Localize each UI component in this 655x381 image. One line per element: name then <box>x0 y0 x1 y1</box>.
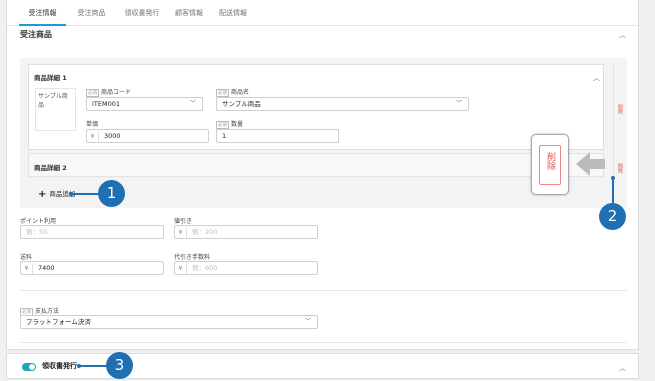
chevron-down-icon: ﹀ <box>304 318 311 325</box>
delete-zoom-label: 削除 <box>545 152 555 170</box>
chevron-up-icon[interactable]: ︿ <box>593 73 600 83</box>
yen-prefix: ¥ <box>175 227 187 238</box>
name-label: 必須 商品名 <box>216 88 250 97</box>
price-input[interactable]: ¥3000 <box>86 129 209 143</box>
delete-zoom-preview: 削除 <box>531 134 569 195</box>
yen-prefix: ¥ <box>21 263 33 274</box>
divider <box>20 342 627 343</box>
shipping-label: 送料 <box>20 254 33 261</box>
tab-shipping-info[interactable]: 配送情報 <box>212 0 254 26</box>
required-badge: 必須 <box>86 88 99 97</box>
cod-fee-input[interactable]: ¥ 例：600 <box>174 261 318 275</box>
product-image: サンプル商品 <box>35 88 76 131</box>
tab-receipt[interactable]: 領収書発行 <box>117 0 167 26</box>
plus-icon: + <box>38 188 47 200</box>
qty-label: 必須 数量 <box>216 120 244 129</box>
divider <box>20 290 627 291</box>
arrow-left-icon <box>576 152 590 176</box>
toggle-knob <box>29 364 35 370</box>
receipt-label: 領収書発行 <box>42 362 77 370</box>
product-card-1: 商品詳細 1 ︿ サンプル商品 必須 商品コード ITEM001 ﹀ 必須 商品名 サ… <box>28 64 604 150</box>
arrow-tail <box>589 159 605 169</box>
discount-input[interactable]: ¥ 例：200 <box>174 225 318 239</box>
yen-prefix: ¥ <box>175 263 187 274</box>
delete-button-2[interactable]: 削除 <box>617 163 624 173</box>
yen-prefix: ¥ <box>87 131 99 142</box>
tab-bar: 受注情報 受注商品 領収書発行 顧客情報 配送情報 <box>7 0 638 26</box>
receipt-toggle[interactable] <box>22 363 36 371</box>
discount-label: 値引き <box>174 218 193 225</box>
delete-button-1[interactable]: 削除 <box>617 104 624 114</box>
callout-3: 3 <box>106 352 133 379</box>
callout-2: 2 <box>599 203 626 230</box>
chevron-up-icon[interactable]: ︿ <box>619 30 626 40</box>
required-badge: 必須 <box>216 120 229 129</box>
tab-order-products[interactable]: 受注商品 <box>69 0 114 26</box>
section-title: 受注商品 <box>20 30 52 39</box>
delete-zoom-box: 削除 <box>539 145 561 185</box>
tab-customer-info[interactable]: 顧客情報 <box>169 0 209 26</box>
delete-column: 削除 削除 <box>613 64 627 177</box>
chevron-down-icon: ﹀ <box>189 100 196 107</box>
price-label: 単価 <box>86 121 99 128</box>
cod-fee-label: 代引き手数料 <box>174 254 211 261</box>
product-name-select[interactable]: サンプル商品 ﹀ <box>216 97 469 111</box>
product-image-alt: サンプル商品 <box>38 93 68 109</box>
product-code-select[interactable]: ITEM001 ﹀ <box>86 97 203 111</box>
required-badge: 必須 <box>216 88 229 97</box>
shipping-input[interactable]: ¥7400 <box>20 261 164 275</box>
product-card-2: 商品詳細 2 <box>28 153 604 177</box>
callout-3-line <box>80 365 107 367</box>
callout-2-line <box>612 179 614 203</box>
points-input[interactable]: 例：50 <box>20 225 164 239</box>
chevron-down-icon: ﹀ <box>455 100 462 107</box>
tab-order-info[interactable]: 受注情報 <box>19 0 66 26</box>
callout-1: 1 <box>98 180 125 207</box>
quantity-input[interactable]: 1 <box>216 129 339 143</box>
chevron-up-icon[interactable]: ︿ <box>619 363 626 373</box>
product-2-title: 商品詳細 2 <box>34 164 67 172</box>
points-label: ポイント利用 <box>20 218 57 225</box>
callout-1-line <box>72 193 99 195</box>
payment-method-select[interactable]: プラットフォーム決済 ﹀ <box>20 315 318 329</box>
product-1-title: 商品詳細 1 <box>34 74 67 82</box>
code-label: 必須 商品コード <box>86 88 132 97</box>
